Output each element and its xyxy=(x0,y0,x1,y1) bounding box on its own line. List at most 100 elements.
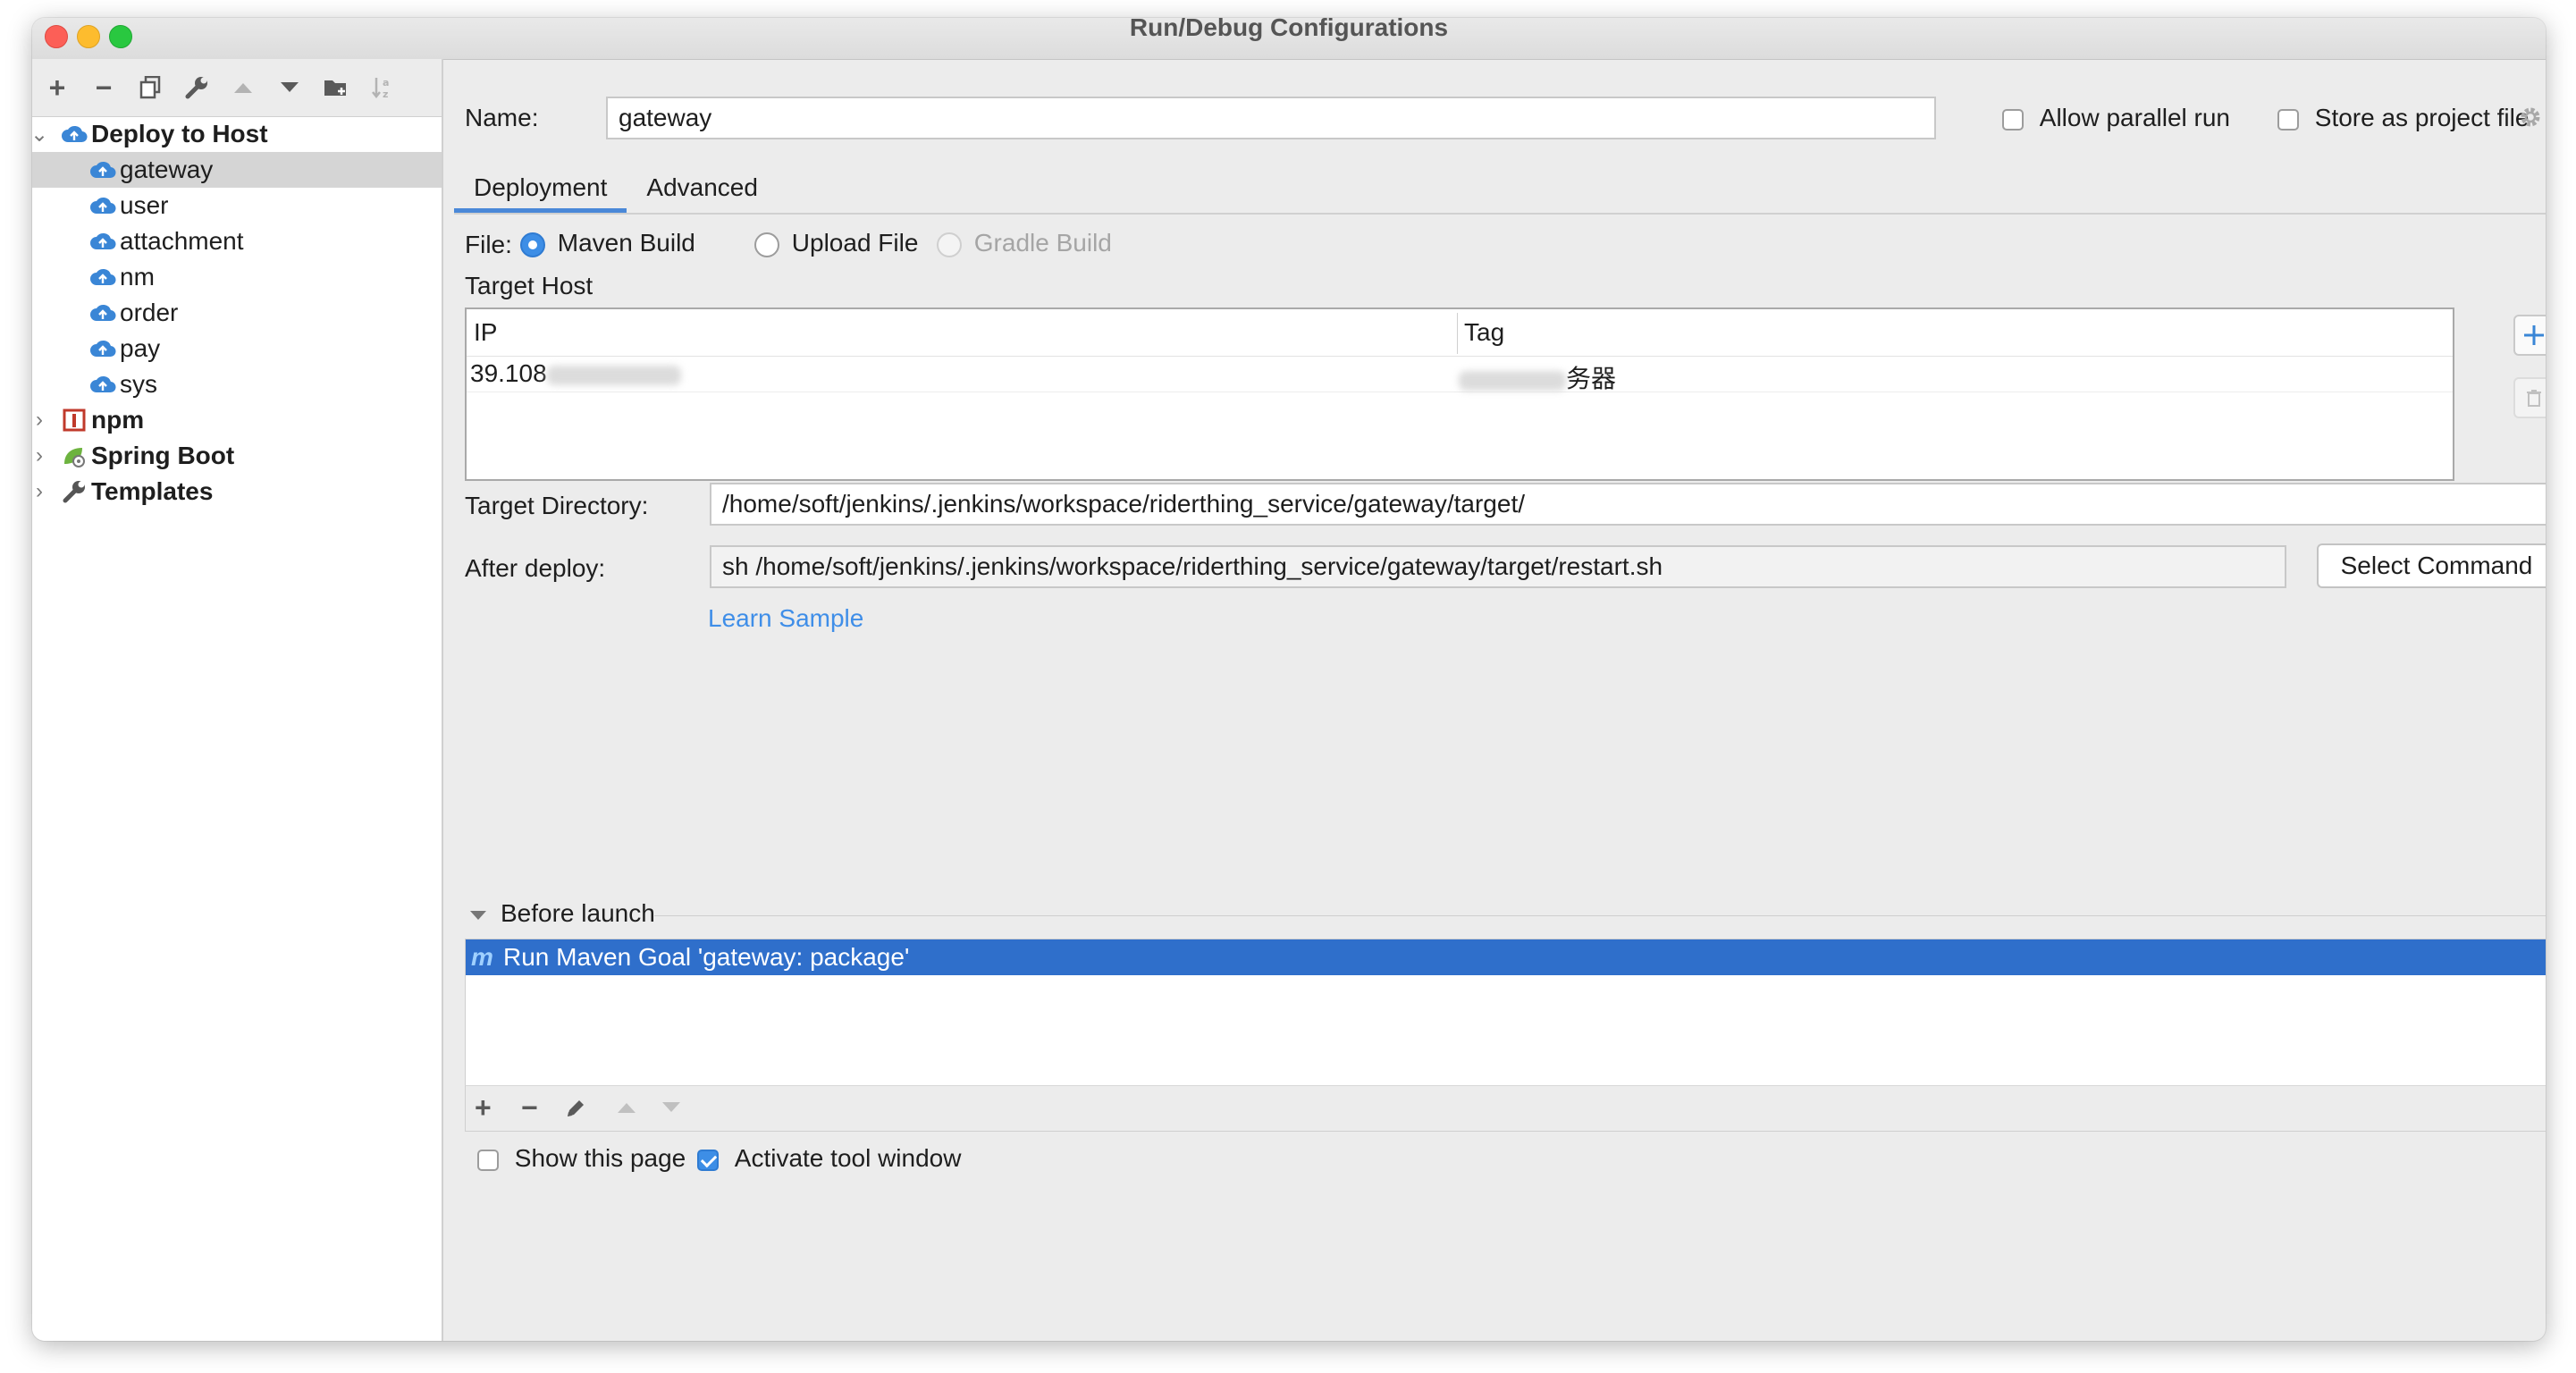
tree-item-attachment[interactable]: attachment xyxy=(32,223,442,259)
cloud-upload-icon xyxy=(88,299,118,326)
column-header-ip[interactable]: IP xyxy=(474,318,497,347)
tree-label: Spring Boot xyxy=(91,442,235,469)
allow-parallel-run-label: Allow parallel run xyxy=(2039,104,2230,131)
column-divider xyxy=(1457,313,1458,354)
tree-group-templates[interactable]: › Templates xyxy=(32,474,442,510)
tree-item-pay[interactable]: pay xyxy=(32,331,442,366)
file-option-upload-file[interactable]: Upload File xyxy=(754,229,918,257)
tab-advanced[interactable]: Advanced xyxy=(627,163,778,213)
sort-icon[interactable]: az xyxy=(359,64,406,111)
activate-tool-window-checkbox[interactable] xyxy=(697,1149,719,1171)
gradle-build-radio[interactable] xyxy=(937,232,962,257)
wrench-icon xyxy=(59,478,89,505)
window-title: Run/Debug Configurations xyxy=(1129,18,1449,41)
file-label: File: xyxy=(465,231,512,258)
cloud-upload-icon xyxy=(59,121,89,147)
tree-group-spring-boot[interactable]: › Spring Boot xyxy=(32,438,442,474)
before-launch-label: Before launch xyxy=(501,899,655,927)
configuration-editor: Name: gateway Allow parallel run Store a… xyxy=(443,59,2546,1341)
show-this-page-option[interactable]: Show this page xyxy=(477,1144,686,1173)
allow-parallel-run-checkbox[interactable] xyxy=(2002,108,2024,131)
show-this-page-checkbox[interactable] xyxy=(477,1149,499,1171)
target-directory-field[interactable]: /home/soft/jenkins/.jenkins/workspace/ri… xyxy=(710,483,2546,526)
column-header-tag[interactable]: Tag xyxy=(1464,318,1504,347)
chevron-right-icon[interactable]: › xyxy=(32,479,48,504)
chevron-right-icon[interactable]: › xyxy=(32,408,48,433)
chevron-right-icon[interactable]: › xyxy=(32,443,48,468)
tab-deployment[interactable]: Deployment xyxy=(454,163,627,213)
tree-label: pay xyxy=(120,334,161,362)
store-as-project-file-option[interactable]: Store as project file xyxy=(2277,104,2529,132)
move-up-icon[interactable] xyxy=(220,64,266,111)
copy-icon[interactable] xyxy=(127,64,173,111)
table-row[interactable]: 39.108 务器 xyxy=(467,356,2453,392)
tree-label: gateway xyxy=(120,156,214,183)
move-task-up-icon[interactable] xyxy=(616,1100,637,1119)
tree-group-npm[interactable]: › npm xyxy=(32,402,442,438)
tree-label: attachment xyxy=(120,227,244,255)
learn-sample-link[interactable]: Learn Sample xyxy=(708,604,863,633)
name-field[interactable]: gateway xyxy=(606,97,1936,139)
cloud-upload-icon xyxy=(88,264,118,291)
cloud-upload-icon xyxy=(88,371,118,398)
store-as-project-file-label: Store as project file xyxy=(2314,104,2530,131)
remove-host-button[interactable] xyxy=(2513,377,2546,418)
before-launch-toolbar: + − xyxy=(465,1085,2546,1132)
svg-text:a: a xyxy=(383,77,389,88)
section-divider xyxy=(654,915,2546,916)
cloud-upload-icon xyxy=(88,192,118,219)
tree-item-gateway[interactable]: gateway xyxy=(32,152,442,188)
remove-icon[interactable]: − xyxy=(80,64,127,111)
svg-text:z: z xyxy=(383,88,388,100)
tree-toolbar: + − az xyxy=(32,59,442,117)
cloud-upload-icon xyxy=(88,156,118,183)
activate-tool-window-label: Activate tool window xyxy=(734,1144,962,1172)
maven-build-label: Maven Build xyxy=(557,229,695,257)
tree-item-sys[interactable]: sys xyxy=(32,366,442,402)
configurations-tree-panel: + − az ⌄ Deploy to Host gateway user att… xyxy=(32,59,443,1341)
store-as-project-file-checkbox[interactable] xyxy=(2277,108,2299,131)
target-host-table: IP Tag 39.108 务器 xyxy=(465,307,2454,481)
tree-label: order xyxy=(120,299,179,326)
after-deploy-label: After deploy: xyxy=(465,554,606,582)
folder-icon[interactable] xyxy=(313,64,359,111)
after-deploy-field[interactable]: sh /home/soft/jenkins/.jenkins/workspace… xyxy=(710,545,2286,588)
file-option-gradle-build[interactable]: Gradle Build xyxy=(937,229,1112,257)
add-icon[interactable]: + xyxy=(34,64,80,111)
select-command-button[interactable]: Select Command xyxy=(2317,543,2546,588)
tree-label: sys xyxy=(120,370,157,398)
gear-icon[interactable] xyxy=(2519,105,2542,133)
tree-item-order[interactable]: order xyxy=(32,295,442,331)
add-host-button[interactable] xyxy=(2513,315,2546,356)
list-item[interactable]: m Run Maven Goal 'gateway: package' xyxy=(466,939,2546,975)
trash-icon xyxy=(2527,390,2541,407)
host-tag-cell: 务器 xyxy=(1459,359,1616,395)
file-option-maven-build[interactable]: Maven Build xyxy=(520,229,695,257)
remove-task-icon[interactable]: − xyxy=(521,1091,538,1125)
host-ip-cell: 39.108 xyxy=(470,359,681,388)
tree-label: nm xyxy=(120,263,155,291)
title-bar: Run/Debug Configurations xyxy=(32,18,2546,60)
maven-build-radio[interactable] xyxy=(520,232,545,257)
edit-task-icon[interactable] xyxy=(564,1097,587,1125)
add-task-icon[interactable]: + xyxy=(475,1091,492,1125)
before-launch-header[interactable]: Before launch xyxy=(465,899,2546,935)
activate-tool-window-option[interactable]: Activate tool window xyxy=(697,1144,961,1173)
move-task-down-icon[interactable] xyxy=(661,1100,682,1119)
editor-tabs: Deployment Advanced xyxy=(454,163,778,213)
run-debug-dialog: Run/Debug Configurations + − az ⌄ Deploy… xyxy=(32,18,2546,1341)
table-header: IP Tag xyxy=(467,309,2453,357)
allow-parallel-run-option[interactable]: Allow parallel run xyxy=(2002,104,2230,132)
upload-file-radio[interactable] xyxy=(754,232,779,257)
chevron-down-icon[interactable]: ⌄ xyxy=(32,122,48,147)
move-down-icon[interactable] xyxy=(266,64,313,111)
redacted-tag xyxy=(1459,370,1566,391)
upload-file-label: Upload File xyxy=(791,229,919,257)
wrench-icon[interactable] xyxy=(173,64,220,111)
chevron-down-icon xyxy=(470,911,486,920)
tree-label: Templates xyxy=(91,477,214,505)
tree-item-user[interactable]: user xyxy=(32,188,442,223)
tree-item-nm[interactable]: nm xyxy=(32,259,442,295)
tree-group-deploy-to-host[interactable]: ⌄ Deploy to Host xyxy=(32,116,442,152)
spring-boot-icon xyxy=(59,442,89,469)
